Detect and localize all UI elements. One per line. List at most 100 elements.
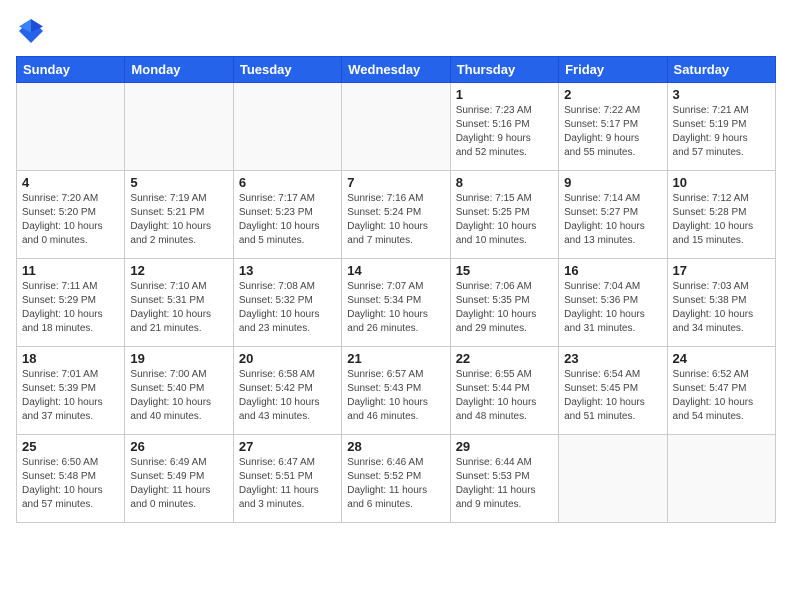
day-number: 6 bbox=[239, 175, 336, 190]
day-detail: Sunrise: 6:50 AM Sunset: 5:48 PM Dayligh… bbox=[22, 456, 119, 512]
day-detail: Sunrise: 6:49 AM Sunset: 5:49 PM Dayligh… bbox=[130, 456, 227, 512]
logo-icon bbox=[16, 16, 46, 46]
day-number: 18 bbox=[22, 351, 119, 366]
calendar-cell: 29 Sunrise: 6:44 AM Sunset: 5:53 PM Dayli… bbox=[450, 435, 558, 523]
calendar-cell: 2Sunrise: 7:22 AM Sunset: 5:17 PM Daylig… bbox=[559, 83, 667, 171]
day-number: 15 bbox=[456, 263, 553, 278]
day-detail: Sunrise: 7:04 AM Sunset: 5:36 PM Dayligh… bbox=[564, 280, 661, 336]
calendar-cell: 13 Sunrise: 7:08 AM Sunset: 5:32 PM Dayli… bbox=[233, 259, 341, 347]
calendar-cell: 6 Sunrise: 7:17 AM Sunset: 5:23 PM Daylig… bbox=[233, 171, 341, 259]
calendar-header-row: SundayMondayTuesdayWednesdayThursdayFrid… bbox=[17, 57, 776, 83]
calendar-cell: 15 Sunrise: 7:06 AM Sunset: 5:35 PM Dayli… bbox=[450, 259, 558, 347]
calendar-week-row: 1 Sunrise: 7:23 AM Sunset: 5:16 PM Daylig… bbox=[17, 83, 776, 171]
day-number: 25 bbox=[22, 439, 119, 454]
day-detail: Sunrise: 7:08 AM Sunset: 5:32 PM Dayligh… bbox=[239, 280, 336, 336]
calendar-week-row: 25 Sunrise: 6:50 AM Sunset: 5:48 PM Dayli… bbox=[17, 435, 776, 523]
day-detail: Sunrise: 7:06 AM Sunset: 5:35 PM Dayligh… bbox=[456, 280, 553, 336]
day-detail: Sunrise: 7:21 AM Sunset: 5:19 PM Dayligh… bbox=[673, 104, 770, 160]
day-number: 3 bbox=[673, 87, 770, 102]
calendar-cell: 24 Sunrise: 6:52 AM Sunset: 5:47 PM Dayli… bbox=[667, 347, 775, 435]
day-number: 19 bbox=[130, 351, 227, 366]
day-number: 14 bbox=[347, 263, 444, 278]
day-detail: Sunrise: 7:20 AM Sunset: 5:20 PM Dayligh… bbox=[22, 192, 119, 248]
day-detail: Sunrise: 7:03 AM Sunset: 5:38 PM Dayligh… bbox=[673, 280, 770, 336]
calendar-cell bbox=[233, 83, 341, 171]
day-header-monday: Monday bbox=[125, 57, 233, 83]
day-detail: Sunrise: 6:47 AM Sunset: 5:51 PM Dayligh… bbox=[239, 456, 336, 512]
calendar-cell: 17 Sunrise: 7:03 AM Sunset: 5:38 PM Dayli… bbox=[667, 259, 775, 347]
calendar-cell: 12 Sunrise: 7:10 AM Sunset: 5:31 PM Dayli… bbox=[125, 259, 233, 347]
day-number: 12 bbox=[130, 263, 227, 278]
calendar-cell: 3 Sunrise: 7:21 AM Sunset: 5:19 PM Daylig… bbox=[667, 83, 775, 171]
day-detail: Sunrise: 6:54 AM Sunset: 5:45 PM Dayligh… bbox=[564, 368, 661, 424]
day-number: 9 bbox=[564, 175, 661, 190]
day-header-tuesday: Tuesday bbox=[233, 57, 341, 83]
calendar-cell: 25 Sunrise: 6:50 AM Sunset: 5:48 PM Dayli… bbox=[17, 435, 125, 523]
day-detail: Sunrise: 6:44 AM Sunset: 5:53 PM Dayligh… bbox=[456, 456, 553, 512]
calendar-cell: 1 Sunrise: 7:23 AM Sunset: 5:16 PM Daylig… bbox=[450, 83, 558, 171]
calendar-cell bbox=[559, 435, 667, 523]
calendar-cell: 27 Sunrise: 6:47 AM Sunset: 5:51 PM Dayli… bbox=[233, 435, 341, 523]
calendar-cell: 20 Sunrise: 6:58 AM Sunset: 5:42 PM Dayli… bbox=[233, 347, 341, 435]
day-detail: Sunrise: 6:46 AM Sunset: 5:52 PM Dayligh… bbox=[347, 456, 444, 512]
calendar-cell: 11 Sunrise: 7:11 AM Sunset: 5:29 PM Dayli… bbox=[17, 259, 125, 347]
day-detail: Sunrise: 7:01 AM Sunset: 5:39 PM Dayligh… bbox=[22, 368, 119, 424]
day-number: 10 bbox=[673, 175, 770, 190]
calendar-cell: 23 Sunrise: 6:54 AM Sunset: 5:45 PM Dayli… bbox=[559, 347, 667, 435]
calendar-cell: 19 Sunrise: 7:00 AM Sunset: 5:40 PM Dayli… bbox=[125, 347, 233, 435]
day-number: 4 bbox=[22, 175, 119, 190]
calendar-cell: 18 Sunrise: 7:01 AM Sunset: 5:39 PM Dayli… bbox=[17, 347, 125, 435]
day-number: 13 bbox=[239, 263, 336, 278]
calendar-cell bbox=[17, 83, 125, 171]
day-header-thursday: Thursday bbox=[450, 57, 558, 83]
day-detail: Sunrise: 7:19 AM Sunset: 5:21 PM Dayligh… bbox=[130, 192, 227, 248]
day-detail: Sunrise: 6:55 AM Sunset: 5:44 PM Dayligh… bbox=[456, 368, 553, 424]
calendar-table: SundayMondayTuesdayWednesdayThursdayFrid… bbox=[16, 56, 776, 523]
day-number: 17 bbox=[673, 263, 770, 278]
logo bbox=[16, 16, 50, 46]
calendar-cell: 22 Sunrise: 6:55 AM Sunset: 5:44 PM Dayli… bbox=[450, 347, 558, 435]
day-header-sunday: Sunday bbox=[17, 57, 125, 83]
day-detail: Sunrise: 7:10 AM Sunset: 5:31 PM Dayligh… bbox=[130, 280, 227, 336]
calendar-cell bbox=[342, 83, 450, 171]
calendar-cell: 21Sunrise: 6:57 AM Sunset: 5:43 PM Dayli… bbox=[342, 347, 450, 435]
day-number: 27 bbox=[239, 439, 336, 454]
day-detail: Sunrise: 6:57 AM Sunset: 5:43 PM Dayligh… bbox=[347, 368, 444, 424]
page-header bbox=[16, 16, 776, 46]
calendar-week-row: 11 Sunrise: 7:11 AM Sunset: 5:29 PM Dayli… bbox=[17, 259, 776, 347]
day-header-saturday: Saturday bbox=[667, 57, 775, 83]
day-number: 16 bbox=[564, 263, 661, 278]
day-number: 8 bbox=[456, 175, 553, 190]
day-detail: Sunrise: 7:17 AM Sunset: 5:23 PM Dayligh… bbox=[239, 192, 336, 248]
day-detail: Sunrise: 7:22 AM Sunset: 5:17 PM Dayligh… bbox=[564, 104, 661, 160]
day-header-friday: Friday bbox=[559, 57, 667, 83]
calendar-cell: 14 Sunrise: 7:07 AM Sunset: 5:34 PM Dayli… bbox=[342, 259, 450, 347]
day-detail: Sunrise: 7:11 AM Sunset: 5:29 PM Dayligh… bbox=[22, 280, 119, 336]
day-number: 22 bbox=[456, 351, 553, 366]
calendar-week-row: 18 Sunrise: 7:01 AM Sunset: 5:39 PM Dayli… bbox=[17, 347, 776, 435]
calendar-cell bbox=[667, 435, 775, 523]
day-number: 29 bbox=[456, 439, 553, 454]
calendar-cell: 7 Sunrise: 7:16 AM Sunset: 5:24 PM Daylig… bbox=[342, 171, 450, 259]
day-number: 1 bbox=[456, 87, 553, 102]
day-detail: Sunrise: 7:16 AM Sunset: 5:24 PM Dayligh… bbox=[347, 192, 444, 248]
calendar-cell: 9 Sunrise: 7:14 AM Sunset: 5:27 PM Daylig… bbox=[559, 171, 667, 259]
day-number: 26 bbox=[130, 439, 227, 454]
day-detail: Sunrise: 7:14 AM Sunset: 5:27 PM Dayligh… bbox=[564, 192, 661, 248]
day-number: 20 bbox=[239, 351, 336, 366]
calendar-cell: 8Sunrise: 7:15 AM Sunset: 5:25 PM Daylig… bbox=[450, 171, 558, 259]
calendar-cell: 26 Sunrise: 6:49 AM Sunset: 5:49 PM Dayli… bbox=[125, 435, 233, 523]
day-number: 23 bbox=[564, 351, 661, 366]
day-detail: Sunrise: 7:23 AM Sunset: 5:16 PM Dayligh… bbox=[456, 104, 553, 160]
calendar-cell: 4 Sunrise: 7:20 AM Sunset: 5:20 PM Daylig… bbox=[17, 171, 125, 259]
day-number: 7 bbox=[347, 175, 444, 190]
day-detail: Sunrise: 6:58 AM Sunset: 5:42 PM Dayligh… bbox=[239, 368, 336, 424]
day-detail: Sunrise: 7:00 AM Sunset: 5:40 PM Dayligh… bbox=[130, 368, 227, 424]
day-number: 11 bbox=[22, 263, 119, 278]
calendar-cell: 16 Sunrise: 7:04 AM Sunset: 5:36 PM Dayli… bbox=[559, 259, 667, 347]
calendar-cell: 28Sunrise: 6:46 AM Sunset: 5:52 PM Dayli… bbox=[342, 435, 450, 523]
calendar-week-row: 4 Sunrise: 7:20 AM Sunset: 5:20 PM Daylig… bbox=[17, 171, 776, 259]
day-detail: Sunrise: 6:52 AM Sunset: 5:47 PM Dayligh… bbox=[673, 368, 770, 424]
day-detail: Sunrise: 7:07 AM Sunset: 5:34 PM Dayligh… bbox=[347, 280, 444, 336]
day-number: 24 bbox=[673, 351, 770, 366]
